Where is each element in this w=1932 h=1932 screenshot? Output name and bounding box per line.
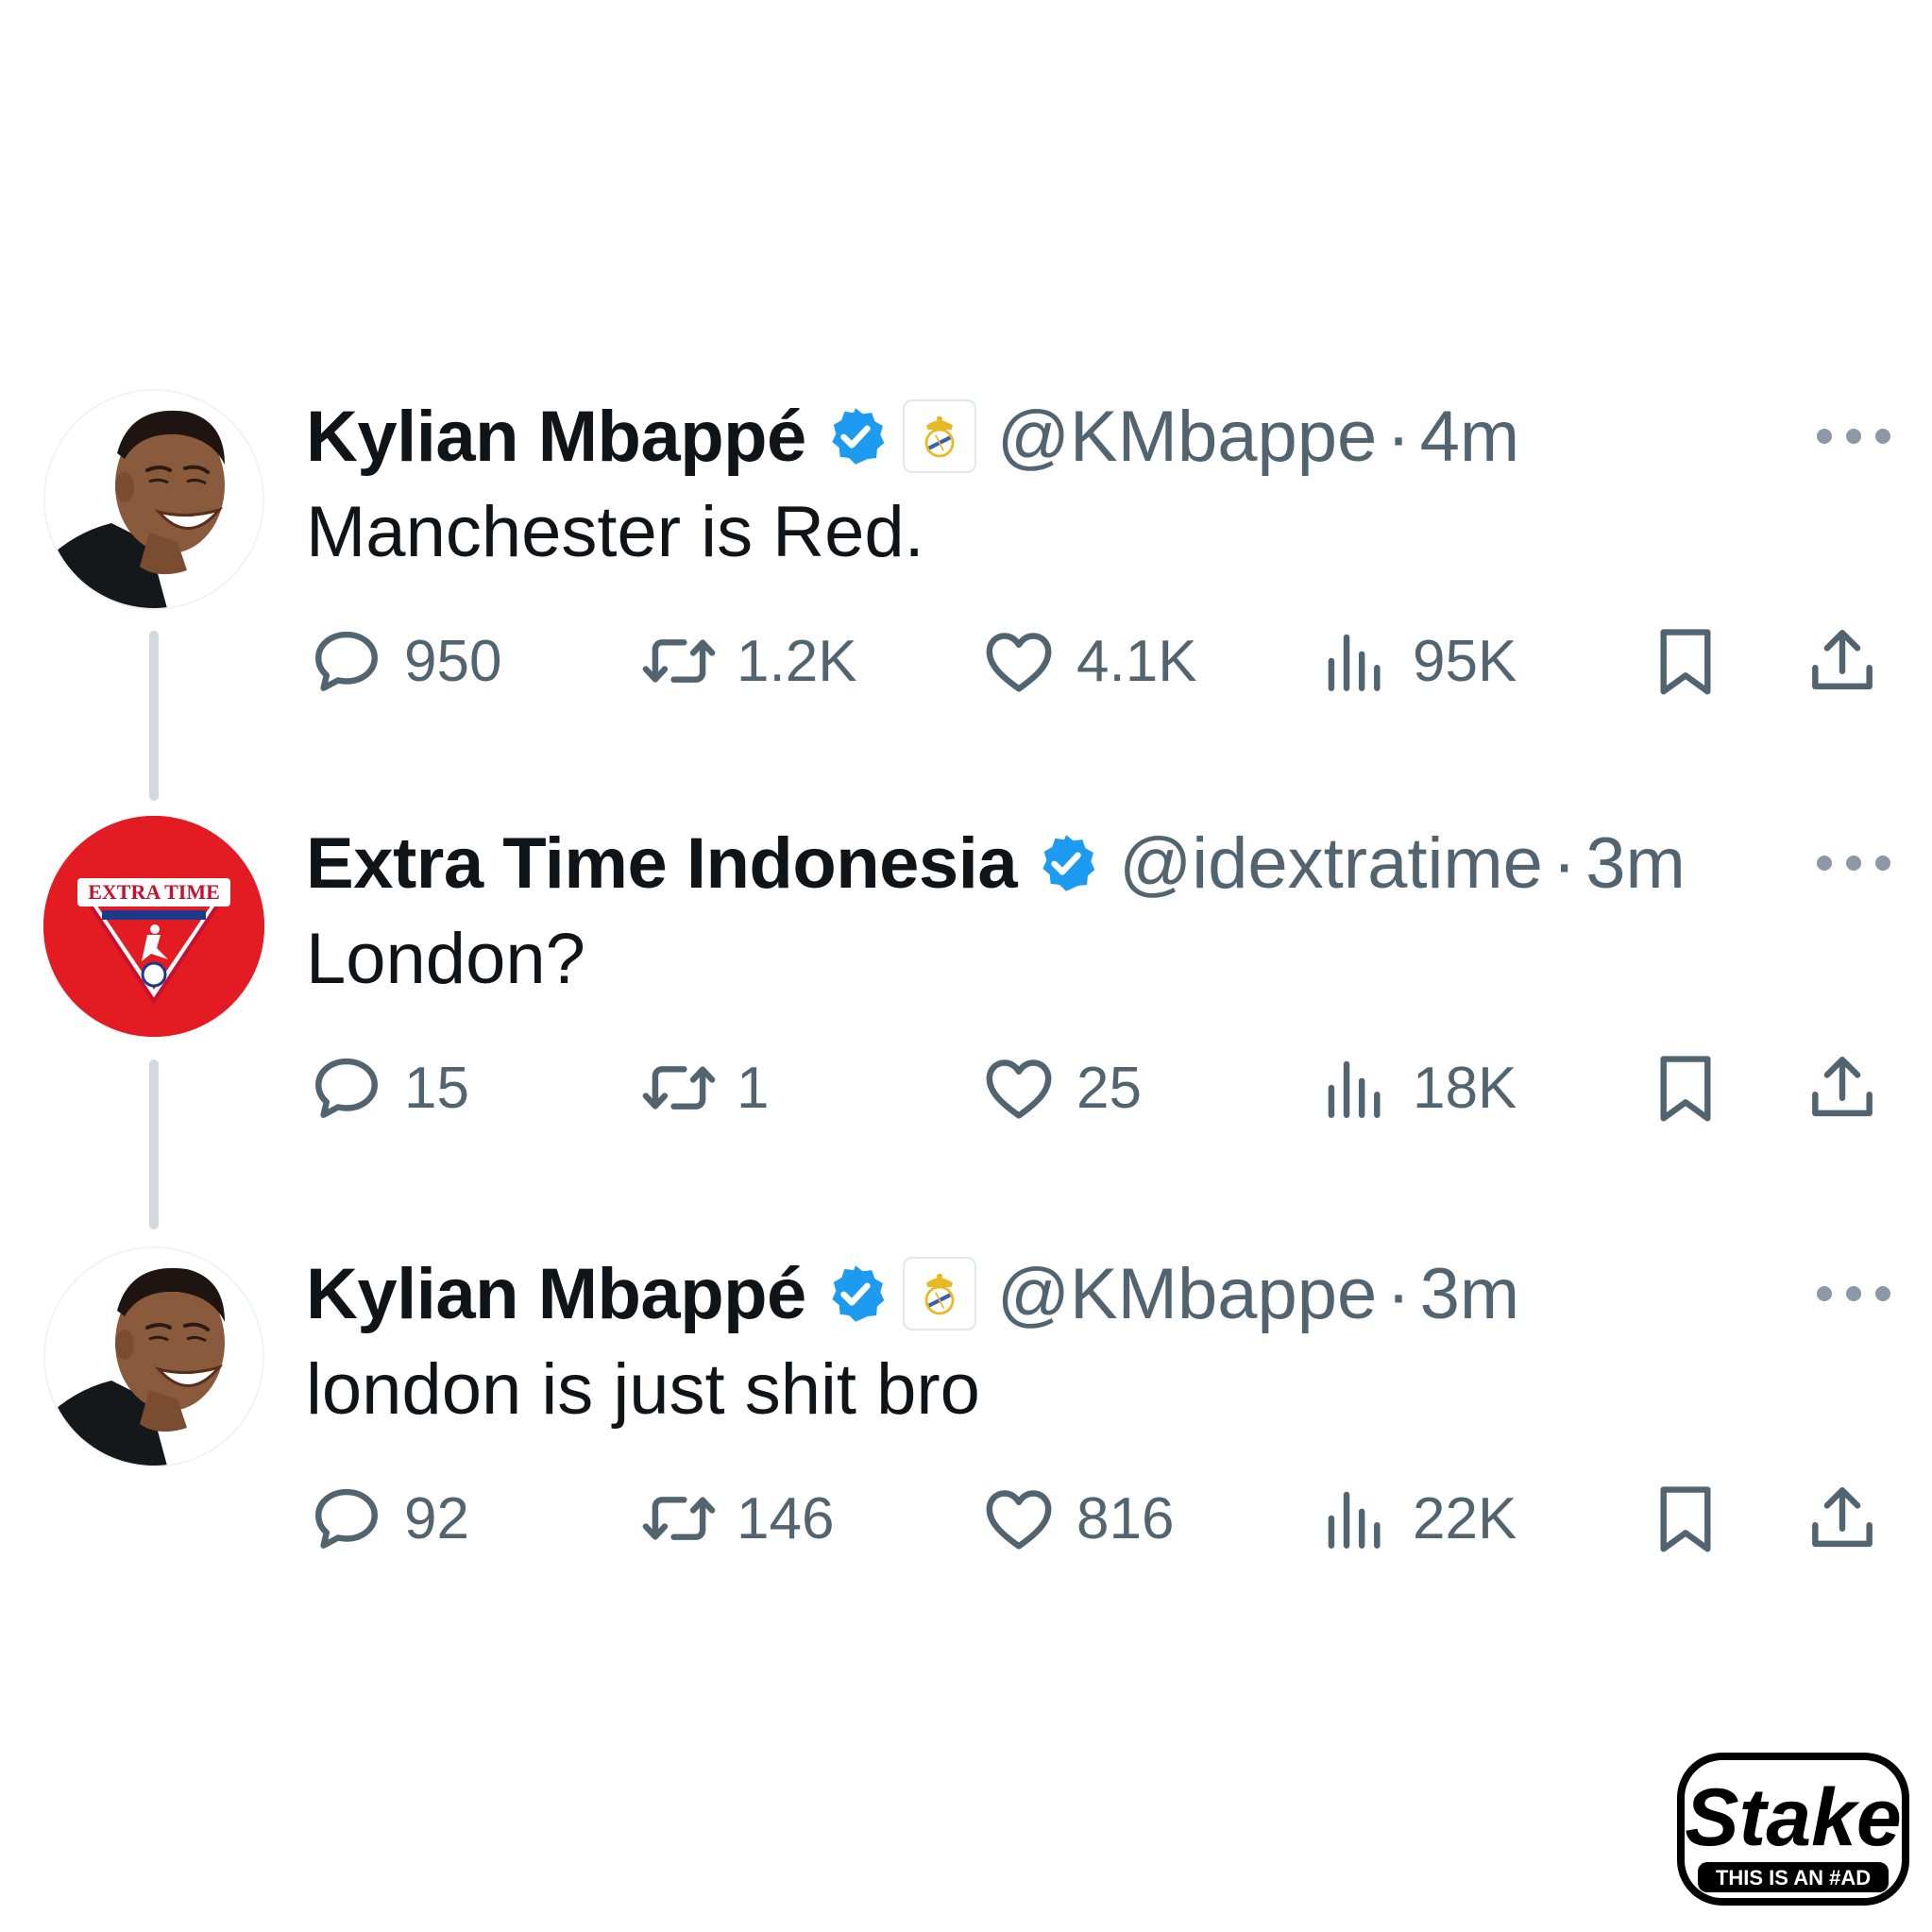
- verified-badge-icon: [823, 1262, 888, 1326]
- action-bar: 92 146 816 22K: [306, 1471, 1892, 1566]
- tweet-text: Manchester is Red.: [306, 492, 924, 572]
- affiliate-badge[interactable]: [902, 399, 976, 473]
- like-button[interactable]: 4.1K: [978, 614, 1197, 708]
- views-icon: [1314, 1478, 1396, 1559]
- user-handle[interactable]: @idextratime: [1119, 822, 1543, 905]
- reply-icon: [306, 620, 387, 702]
- share-icon: [1802, 1047, 1883, 1128]
- separator-dot: ·: [1386, 396, 1411, 477]
- like-count: 816: [1076, 1485, 1175, 1551]
- views-icon: [1314, 1047, 1396, 1128]
- reply-button[interactable]: 950: [306, 614, 501, 708]
- more-icon[interactable]: [1817, 1273, 1890, 1314]
- thread-connector: [149, 631, 159, 801]
- retweet-button[interactable]: 1: [638, 1041, 769, 1135]
- real-madrid-crest-icon: [913, 410, 966, 463]
- extratime-logo-image: [43, 816, 264, 1037]
- tweet-header: Kylian Mbappé @KMbappe · 4m: [306, 389, 1519, 483]
- affiliate-badge[interactable]: [902, 1257, 976, 1330]
- separator-dot: ·: [1551, 822, 1577, 904]
- avatar[interactable]: [43, 1246, 264, 1467]
- retweet-icon: [638, 620, 720, 702]
- display-name[interactable]: Extra Time Indonesia: [306, 822, 1018, 905]
- view-count: 22K: [1413, 1485, 1517, 1551]
- retweet-count: 146: [737, 1485, 835, 1551]
- reply-icon: [306, 1047, 387, 1128]
- retweet-button[interactable]: 1.2K: [638, 614, 857, 708]
- views-button[interactable]: 22K: [1314, 1471, 1517, 1566]
- tweet-text: London?: [306, 919, 585, 999]
- bookmark-button[interactable]: [1645, 614, 1726, 708]
- like-icon: [978, 1478, 1059, 1559]
- action-bar: 15 1 25 18K: [306, 1041, 1892, 1135]
- verified-badge-icon: [1034, 831, 1098, 895]
- action-bar: 950 1.2K 4.1K 95K: [306, 614, 1892, 708]
- retweet-button[interactable]: 146: [638, 1471, 834, 1566]
- views-icon: [1314, 620, 1396, 702]
- ad-tagline: THIS IS AN #AD: [1716, 1866, 1871, 1890]
- separator-dot: ·: [1386, 1253, 1411, 1334]
- share-button[interactable]: [1802, 1471, 1883, 1566]
- more-icon[interactable]: [1817, 842, 1890, 884]
- tweet-header: Kylian Mbappé @KMbappe · 3m: [306, 1246, 1519, 1341]
- retweet-count: 1: [737, 1055, 770, 1121]
- view-count: 18K: [1413, 1055, 1517, 1121]
- avatar[interactable]: [43, 389, 264, 610]
- retweet-count: 1.2K: [737, 628, 857, 694]
- reply-count: 950: [404, 628, 502, 694]
- display-name[interactable]: Kylian Mbappé: [306, 396, 806, 478]
- like-count: 25: [1076, 1055, 1142, 1121]
- share-icon: [1802, 1478, 1883, 1559]
- retweet-icon: [638, 1478, 720, 1559]
- tweet-1[interactable]: Kylian Mbappé @KMbappe · 4m Manchester i…: [0, 389, 1932, 701]
- like-button[interactable]: 816: [978, 1471, 1174, 1566]
- share-icon: [1802, 620, 1883, 702]
- reply-button[interactable]: 92: [306, 1471, 469, 1566]
- bookmark-button[interactable]: [1645, 1041, 1726, 1135]
- like-icon: [978, 1047, 1059, 1128]
- bookmark-icon: [1645, 1047, 1726, 1128]
- verified-badge-icon: [823, 404, 888, 468]
- more-icon[interactable]: [1817, 415, 1890, 457]
- stake-ad-logo: Stake THIS IS AN #AD: [1677, 1753, 1909, 1906]
- profile-photo-image: [45, 391, 264, 610]
- share-button[interactable]: [1802, 614, 1883, 708]
- user-handle[interactable]: @KMbappe: [997, 1253, 1378, 1335]
- reply-icon: [306, 1478, 387, 1559]
- tweet-header: Extra Time Indonesia @idextratime · 3m: [306, 816, 1686, 910]
- bookmark-icon: [1645, 1478, 1726, 1559]
- display-name[interactable]: Kylian Mbappé: [306, 1253, 806, 1335]
- views-button[interactable]: 18K: [1314, 1041, 1517, 1135]
- share-button[interactable]: [1802, 1041, 1883, 1135]
- views-button[interactable]: 95K: [1314, 614, 1517, 708]
- ad-brand-text: Stake: [1685, 1772, 1902, 1863]
- like-count: 4.1K: [1076, 628, 1197, 694]
- bookmark-icon: [1645, 620, 1726, 702]
- timestamp[interactable]: 3m: [1585, 822, 1686, 905]
- reply-button[interactable]: 15: [306, 1041, 469, 1135]
- tweet-3[interactable]: Kylian Mbappé @KMbappe · 3m london is ju…: [0, 1246, 1932, 1558]
- timestamp[interactable]: 4m: [1420, 396, 1520, 478]
- like-button[interactable]: 25: [978, 1041, 1142, 1135]
- profile-photo-image: [45, 1248, 264, 1467]
- reply-count: 92: [404, 1485, 469, 1551]
- tweet-2[interactable]: Extra Time Indonesia @idextratime · 3m L…: [0, 816, 1932, 1127]
- timestamp[interactable]: 3m: [1420, 1253, 1520, 1335]
- user-handle[interactable]: @KMbappe: [997, 396, 1378, 478]
- retweet-icon: [638, 1047, 720, 1128]
- thread-connector: [149, 1059, 159, 1229]
- bookmark-button[interactable]: [1645, 1471, 1726, 1566]
- tweet-text: london is just shit bro: [306, 1349, 980, 1430]
- avatar[interactable]: [43, 816, 264, 1037]
- real-madrid-crest-icon: [913, 1267, 966, 1320]
- view-count: 95K: [1413, 628, 1517, 694]
- like-icon: [978, 620, 1059, 702]
- reply-count: 15: [404, 1055, 469, 1121]
